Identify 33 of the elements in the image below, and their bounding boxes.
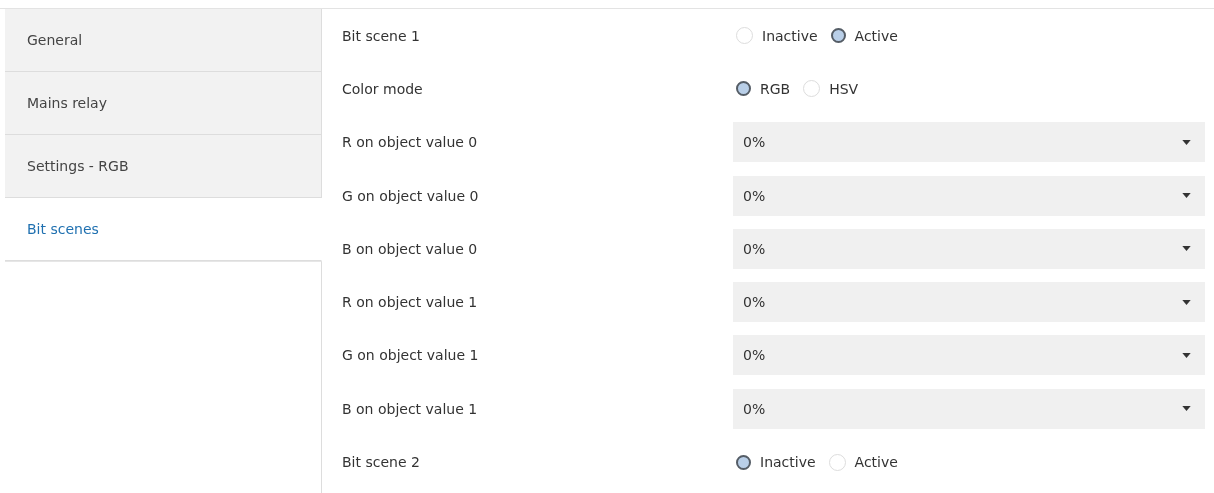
caret-icon [1182,139,1191,145]
parameter-label: R on object value 1 [342,294,479,311]
parameter-label: G on object value 0 [342,187,480,204]
dropdown[interactable]: 0% [733,175,1205,216]
parameter-label: R on object value 0 [342,134,479,151]
parameter-label: Bit scene 1 [342,27,421,44]
parameter-label: B on object value 1 [342,400,479,417]
radio-button[interactable] [736,454,751,470]
radio-button[interactable] [830,28,846,44]
sidebar-item[interactable]: General [5,9,322,72]
sidebar-item[interactable]: Mains relay [5,72,322,135]
caret-icon [1182,406,1191,412]
caret-icon [1182,352,1191,358]
caret-icon [1182,193,1191,199]
radio-label: HSV [829,80,859,97]
parameter-label: G on object value 1 [342,347,480,364]
caret-icon [1182,246,1191,252]
parameter-label: Color mode [342,80,424,97]
parameter-label: Bit scene 2 [342,454,421,470]
dropdown[interactable]: 0% [733,335,1205,376]
radio-label: Active [854,454,898,470]
dropdown[interactable]: 0% [733,388,1205,429]
parameter-label: B on object value 0 [342,240,479,257]
dropdown[interactable]: 0% [733,282,1205,323]
radio-label: Inactive [760,454,816,470]
sidebar-item[interactable]: Settings - RGB [5,135,322,198]
radio-label: RGB [760,80,791,97]
radio-label: Active [854,27,898,44]
dropdown[interactable]: 0% [733,122,1205,163]
caret-icon [1182,299,1191,305]
dropdown[interactable]: 0% [733,228,1205,269]
radio-label: Inactive [762,27,818,44]
radio-button[interactable] [736,81,751,97]
